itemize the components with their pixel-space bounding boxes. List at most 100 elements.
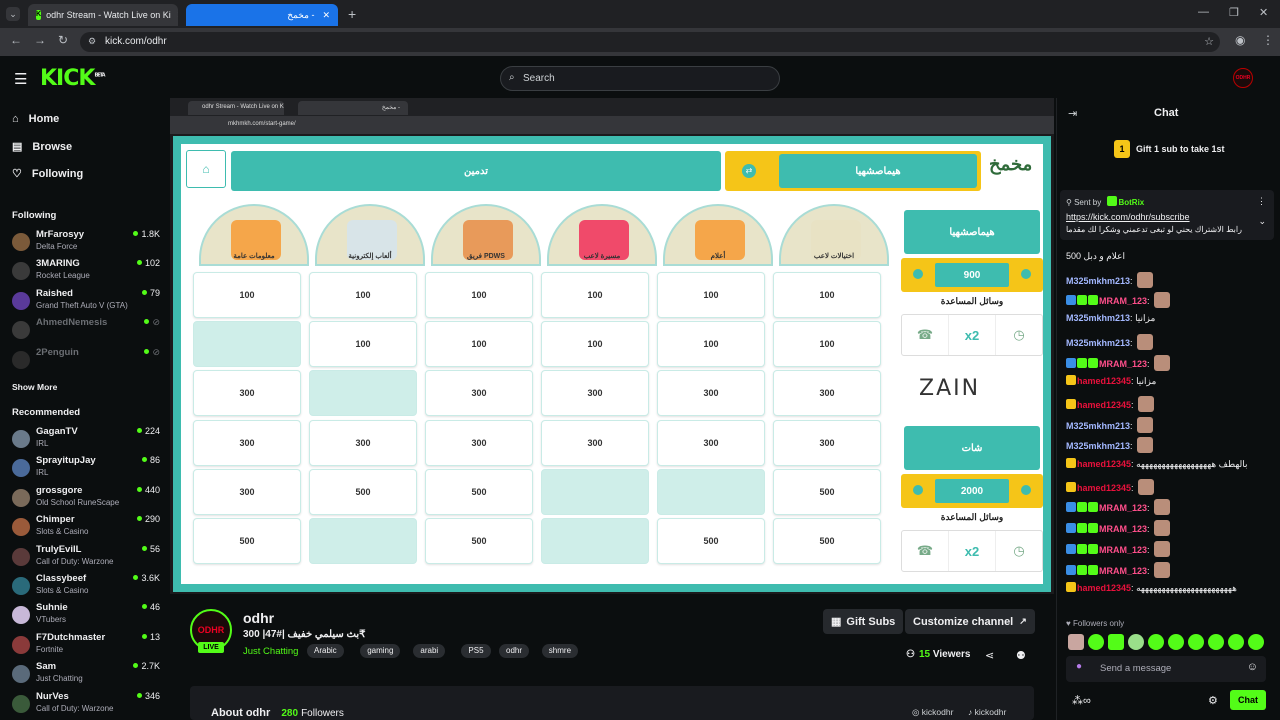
sidebar-channel[interactable]: Classybeef Slots & Casino 3.6K [12, 573, 160, 599]
tab-close-icon[interactable]: ✕ [314, 10, 330, 21]
nav-following[interactable]: ♡ Following [12, 167, 83, 180]
browser-tab-kick[interactable]: K odhr Stream - Watch Live on Ki ✕ [28, 4, 178, 26]
question-cell: 500 [773, 518, 881, 564]
sidebar-channel[interactable]: NurVes Call of Duty: Warzone 346 [12, 691, 160, 717]
chat-username[interactable]: MRAM_123 [1099, 524, 1147, 534]
site-info-icon[interactable]: ⚙ [88, 36, 96, 47]
points-icon[interactable]: ⁂∞ [1072, 694, 1091, 707]
emote-icon[interactable] [1168, 634, 1184, 650]
chat-username[interactable]: MRAM_123 [1099, 503, 1147, 513]
emote-icon[interactable] [1128, 634, 1144, 650]
minimize-button[interactable]: — [1198, 6, 1209, 18]
social-2-label: kickodhr [974, 707, 1007, 717]
chat-send-button[interactable]: Chat [1230, 690, 1266, 710]
chat-username[interactable]: MRAM_123 [1099, 359, 1147, 369]
customize-channel-button[interactable]: Customize channel ↗ [905, 609, 1035, 634]
user-avatar[interactable]: ODHR [1233, 68, 1253, 88]
emoji-icon[interactable]: ☺ [1247, 661, 1258, 673]
sidebar-channel[interactable]: SprayitupJay IRL 86 [12, 455, 160, 481]
sidebar-channel[interactable]: Chimper Slots & Casino 290 [12, 514, 160, 540]
channel-name[interactable]: odhr [243, 610, 274, 626]
chat-input[interactable]: ● Send a message ☺ [1066, 656, 1266, 682]
chevron-down-icon[interactable]: ⌄ [1258, 216, 1266, 227]
stream-tag[interactable]: PS5 [461, 644, 491, 658]
chat-username[interactable]: M325mkhm213 [1066, 421, 1130, 431]
pinned-message[interactable]: ⚲ Sent by BotRix https://kick.com/odhr/s… [1060, 190, 1274, 240]
chat-username[interactable]: MRAM_123 [1099, 545, 1147, 555]
nav-home[interactable]: ⌂ Home [12, 113, 59, 125]
profile-icon[interactable]: ◉ [1235, 33, 1245, 47]
pinned-link[interactable]: https://kick.com/odhr/subscribe [1066, 212, 1190, 222]
video-player[interactable]: odhr Stream - Watch Live on Ki مخمخ - mk… [170, 98, 1054, 594]
stream-tag[interactable]: arabi [413, 644, 446, 658]
sidebar-channel[interactable]: GaganTV IRL 224 [12, 426, 160, 452]
sidebar-channel[interactable]: Suhnie VTubers 46 [12, 602, 160, 628]
stream-category[interactable]: Just Chatting [243, 646, 298, 657]
stream-tag[interactable]: Arabic [307, 644, 344, 658]
social-1-label: kickodhr [921, 707, 954, 717]
browser-tab-mkhmkh[interactable]: مخمخ - ✕ [186, 4, 338, 26]
emote-icon[interactable] [1188, 634, 1204, 650]
chat-username[interactable]: M325mkhm213 [1066, 441, 1130, 451]
sidebar-channel[interactable]: AhmedNemesis ⊘ [12, 317, 160, 343]
back-arrow-icon[interactable]: ← [10, 33, 22, 47]
maximize-button[interactable]: ❐ [1229, 6, 1239, 19]
social-instagram[interactable]: ◎ kickodhr [912, 707, 953, 718]
url-field[interactable]: ⚙ kick.com/odhr ☆ [80, 32, 1220, 52]
kick-logo[interactable]: KICKBETA [40, 66, 106, 91]
gift-leaderboard[interactable]: 1 Gift 1 sub to take 1st [1114, 140, 1225, 158]
chat-username[interactable]: hamed12345 [1077, 376, 1131, 386]
category-label: أعلام [710, 253, 726, 260]
social-tiktok[interactable]: ♪ kickodhr [968, 707, 1006, 717]
chat-username[interactable]: MRAM_123 [1099, 566, 1147, 576]
sidebar-channel[interactable]: F7Dutchmaster Fortnite 13 [12, 632, 160, 658]
emote-icon[interactable] [1068, 634, 1084, 650]
chat-username[interactable]: MRAM_123 [1099, 296, 1147, 306]
emote-icon[interactable] [1228, 634, 1244, 650]
chat-username[interactable]: hamed12345 [1077, 483, 1131, 493]
sidebar-channel[interactable]: TrulyEvilL Call of Duty: Warzone 56 [12, 544, 160, 570]
stream-tag[interactable]: odhr [499, 644, 530, 658]
reload-icon[interactable]: ↻ [58, 33, 68, 47]
pinned-menu-icon[interactable]: ⋮ [1257, 196, 1266, 207]
sidebar-channel[interactable]: 3MARING Rocket League 102 [12, 258, 160, 284]
nav-browse[interactable]: ▤ Browse [12, 140, 72, 153]
sidebar-channel[interactable]: 2Penguin ⊘ [12, 347, 160, 373]
sidebar-channel[interactable]: Raished Grand Theft Auto V (GTA) 79 [12, 288, 160, 314]
tab-search-button[interactable]: ⌄ [6, 7, 20, 21]
emote-icon[interactable] [1208, 634, 1224, 650]
sidebar-channel[interactable]: grossgore Old School RuneScape 440 [12, 485, 160, 511]
stream-tag[interactable]: shmre [541, 644, 579, 658]
new-tab-button[interactable]: + [348, 6, 356, 22]
chat-username[interactable]: hamed12345 [1077, 400, 1131, 410]
search-input[interactable]: ⌕ Search [500, 66, 780, 91]
chat-username[interactable]: M325mkhm213 [1066, 276, 1130, 286]
emote-icon[interactable] [1108, 634, 1124, 650]
emote-icon[interactable] [1248, 634, 1264, 650]
window-close-button[interactable]: ✕ [1259, 6, 1268, 19]
follow-user-icon[interactable]: ⚉ [1016, 649, 1026, 662]
emote-icon[interactable] [1148, 634, 1164, 650]
sidebar-channel[interactable]: MrFarosyy Delta Force 1.8K [12, 229, 160, 255]
chat-settings-icon[interactable]: ⚙ [1208, 694, 1218, 707]
chat-username[interactable]: M325mkhm213 [1066, 313, 1130, 323]
hamburger-menu-icon[interactable]: ☰ [14, 70, 27, 88]
sidebar-channel-name: Chimper [36, 514, 75, 526]
show-more-link[interactable]: Show More [12, 382, 57, 392]
tab-close-icon[interactable]: ✕ [171, 10, 178, 21]
chat-username[interactable]: M325mkhm213 [1066, 338, 1130, 348]
stream-tag[interactable]: gaming [360, 644, 401, 658]
collapse-chat-icon[interactable]: ⇥ [1068, 107, 1077, 120]
chat-username[interactable]: hamed12345 [1077, 459, 1131, 469]
team-b-name: شات [904, 426, 1040, 470]
emote-icon[interactable] [1088, 634, 1104, 650]
gift-subs-button[interactable]: ▦ Gift Subs [823, 609, 904, 634]
mic-icon[interactable]: ● [1076, 661, 1082, 672]
share-icon[interactable]: ⋖ [985, 649, 994, 662]
bookmark-star-icon[interactable]: ☆ [1204, 35, 1214, 48]
chat-separator: : [1130, 420, 1136, 431]
chat-username[interactable]: hamed12345 [1077, 583, 1131, 593]
forward-arrow-icon[interactable]: → [34, 33, 46, 47]
browser-menu-icon[interactable]: ⋮ [1262, 33, 1274, 47]
sidebar-channel[interactable]: Sam Just Chatting 2.7K [12, 661, 160, 687]
